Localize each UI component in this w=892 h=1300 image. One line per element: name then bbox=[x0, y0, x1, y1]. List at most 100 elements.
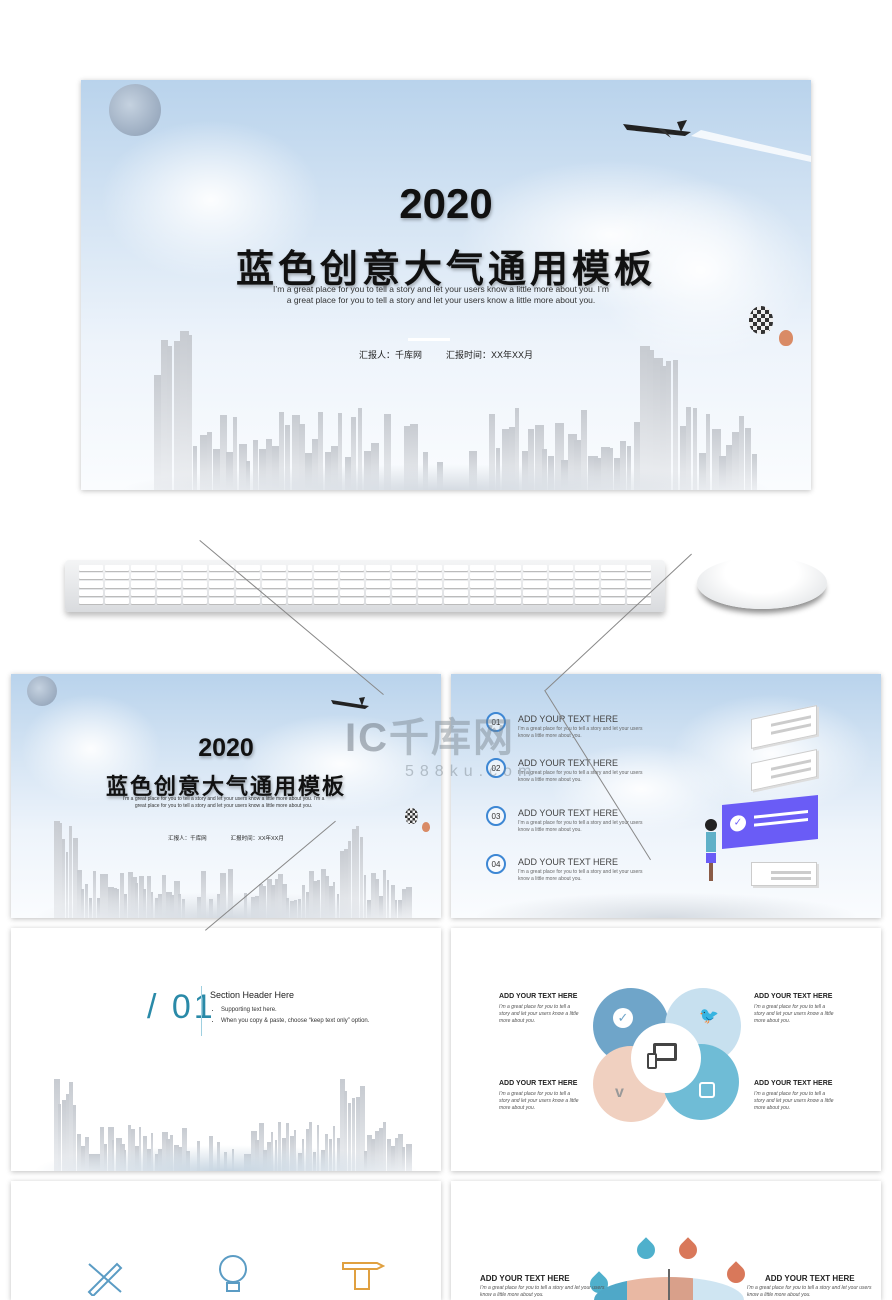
key bbox=[418, 565, 443, 572]
watermark-logo: IC千库网 bbox=[345, 716, 515, 760]
key bbox=[157, 565, 182, 572]
key bbox=[287, 565, 312, 572]
drop-icon bbox=[633, 1237, 659, 1263]
key bbox=[366, 573, 391, 580]
key bbox=[548, 597, 573, 604]
keyboard bbox=[65, 560, 665, 612]
lightbulb-icon bbox=[219, 1255, 247, 1292]
key bbox=[183, 589, 208, 596]
section-number: / 01 bbox=[147, 988, 216, 1026]
key bbox=[600, 581, 625, 588]
watermark: IC千库网 588ku.com bbox=[345, 705, 537, 781]
key bbox=[418, 589, 443, 596]
key bbox=[339, 597, 364, 604]
thumb-section[interactable]: / 01 Section Header Here Supporting text… bbox=[11, 928, 441, 1171]
key bbox=[209, 589, 234, 596]
key bbox=[392, 597, 417, 604]
instagram-icon bbox=[699, 1082, 715, 1098]
key bbox=[366, 597, 391, 604]
quadrant-body: I’m a great place for you to tell a stor… bbox=[499, 1091, 579, 1111]
quadrant-title: ADD YOUR TEXT HERE bbox=[754, 1080, 833, 1087]
key bbox=[209, 573, 234, 580]
key bbox=[131, 565, 156, 572]
key bbox=[392, 565, 417, 572]
key bbox=[131, 573, 156, 580]
cover-subtitle: I’m a great place for you to tell a stor… bbox=[273, 284, 609, 306]
quadrant-body: I’m a great place for you to tell a stor… bbox=[499, 1004, 579, 1024]
key bbox=[209, 581, 234, 588]
key bbox=[522, 581, 547, 588]
key bbox=[522, 589, 547, 596]
key bbox=[626, 581, 651, 588]
drop-icon bbox=[723, 1261, 749, 1287]
hand-pencil-icon bbox=[342, 1262, 385, 1290]
thumb-icons[interactable] bbox=[11, 1181, 441, 1300]
item-body: I’m a great place for you to tell a stor… bbox=[747, 1285, 872, 1298]
key bbox=[574, 581, 599, 588]
key bbox=[157, 589, 182, 596]
key bbox=[131, 597, 156, 604]
center-circle bbox=[631, 1023, 701, 1093]
vimeo-icon: v bbox=[615, 1084, 624, 1101]
key bbox=[105, 573, 130, 580]
divider bbox=[201, 986, 202, 1036]
key bbox=[600, 573, 625, 580]
key bbox=[444, 597, 469, 604]
key bbox=[470, 565, 495, 572]
key bbox=[261, 565, 286, 572]
section-header: Section Header Here bbox=[210, 990, 295, 1000]
key bbox=[444, 573, 469, 580]
key bbox=[574, 565, 599, 572]
key bbox=[157, 573, 182, 580]
key bbox=[444, 581, 469, 588]
airplane-icon bbox=[623, 120, 811, 162]
key bbox=[496, 573, 521, 580]
quadrant-title: ADD YOUR TEXT HERE bbox=[754, 993, 833, 1000]
thumb-drops[interactable]: ADD YOUR TEXT HERE I’m a great place for… bbox=[451, 1181, 881, 1300]
world-map-ground bbox=[32, 892, 420, 918]
key bbox=[366, 589, 391, 596]
key bbox=[392, 581, 417, 588]
key bbox=[313, 565, 338, 572]
item-body: I’m a great place for you to tell a stor… bbox=[480, 1285, 605, 1298]
agenda-body: I’m a great place for you to tell a stor… bbox=[518, 820, 643, 833]
key bbox=[79, 573, 104, 580]
key bbox=[496, 581, 521, 588]
cover-slide-large: 2020 蓝色创意大气通用模板 I’m a great place for yo… bbox=[81, 80, 811, 490]
world-map-ground bbox=[472, 892, 860, 918]
chart-divider bbox=[668, 1269, 670, 1300]
thumb-social[interactable]: ADD YOUR TEXT HERE I’m a great place for… bbox=[451, 928, 881, 1171]
quadrant-body: I’m a great place for you to tell a stor… bbox=[754, 1091, 834, 1111]
key bbox=[522, 597, 547, 604]
key bbox=[548, 581, 573, 588]
key bbox=[105, 581, 130, 588]
cover-year: 2020 bbox=[399, 180, 493, 227]
person-illustration bbox=[703, 819, 719, 883]
key bbox=[444, 589, 469, 596]
key bbox=[574, 589, 599, 596]
key bbox=[548, 565, 573, 572]
mouse bbox=[697, 557, 827, 609]
key bbox=[600, 597, 625, 604]
checklist-card bbox=[751, 862, 817, 886]
key bbox=[313, 573, 338, 580]
key bbox=[418, 573, 443, 580]
key bbox=[366, 565, 391, 572]
key bbox=[287, 597, 312, 604]
quadrant-body: I’m a great place for you to tell a stor… bbox=[754, 1004, 834, 1024]
pencil-ruler-icon bbox=[87, 1262, 123, 1296]
agenda-title: ADD YOUR TEXT HERE bbox=[518, 857, 619, 867]
agenda-number: 04 bbox=[486, 854, 506, 874]
key bbox=[235, 565, 260, 572]
watermark-url: 588ku.com bbox=[405, 763, 538, 780]
key bbox=[79, 589, 104, 596]
moon bbox=[109, 84, 161, 136]
moon bbox=[27, 676, 57, 706]
item-title: ADD YOUR TEXT HERE bbox=[480, 1274, 570, 1283]
key bbox=[313, 597, 338, 604]
key bbox=[261, 581, 286, 588]
key bbox=[548, 589, 573, 596]
key bbox=[313, 581, 338, 588]
key bbox=[418, 581, 443, 588]
key bbox=[339, 589, 364, 596]
